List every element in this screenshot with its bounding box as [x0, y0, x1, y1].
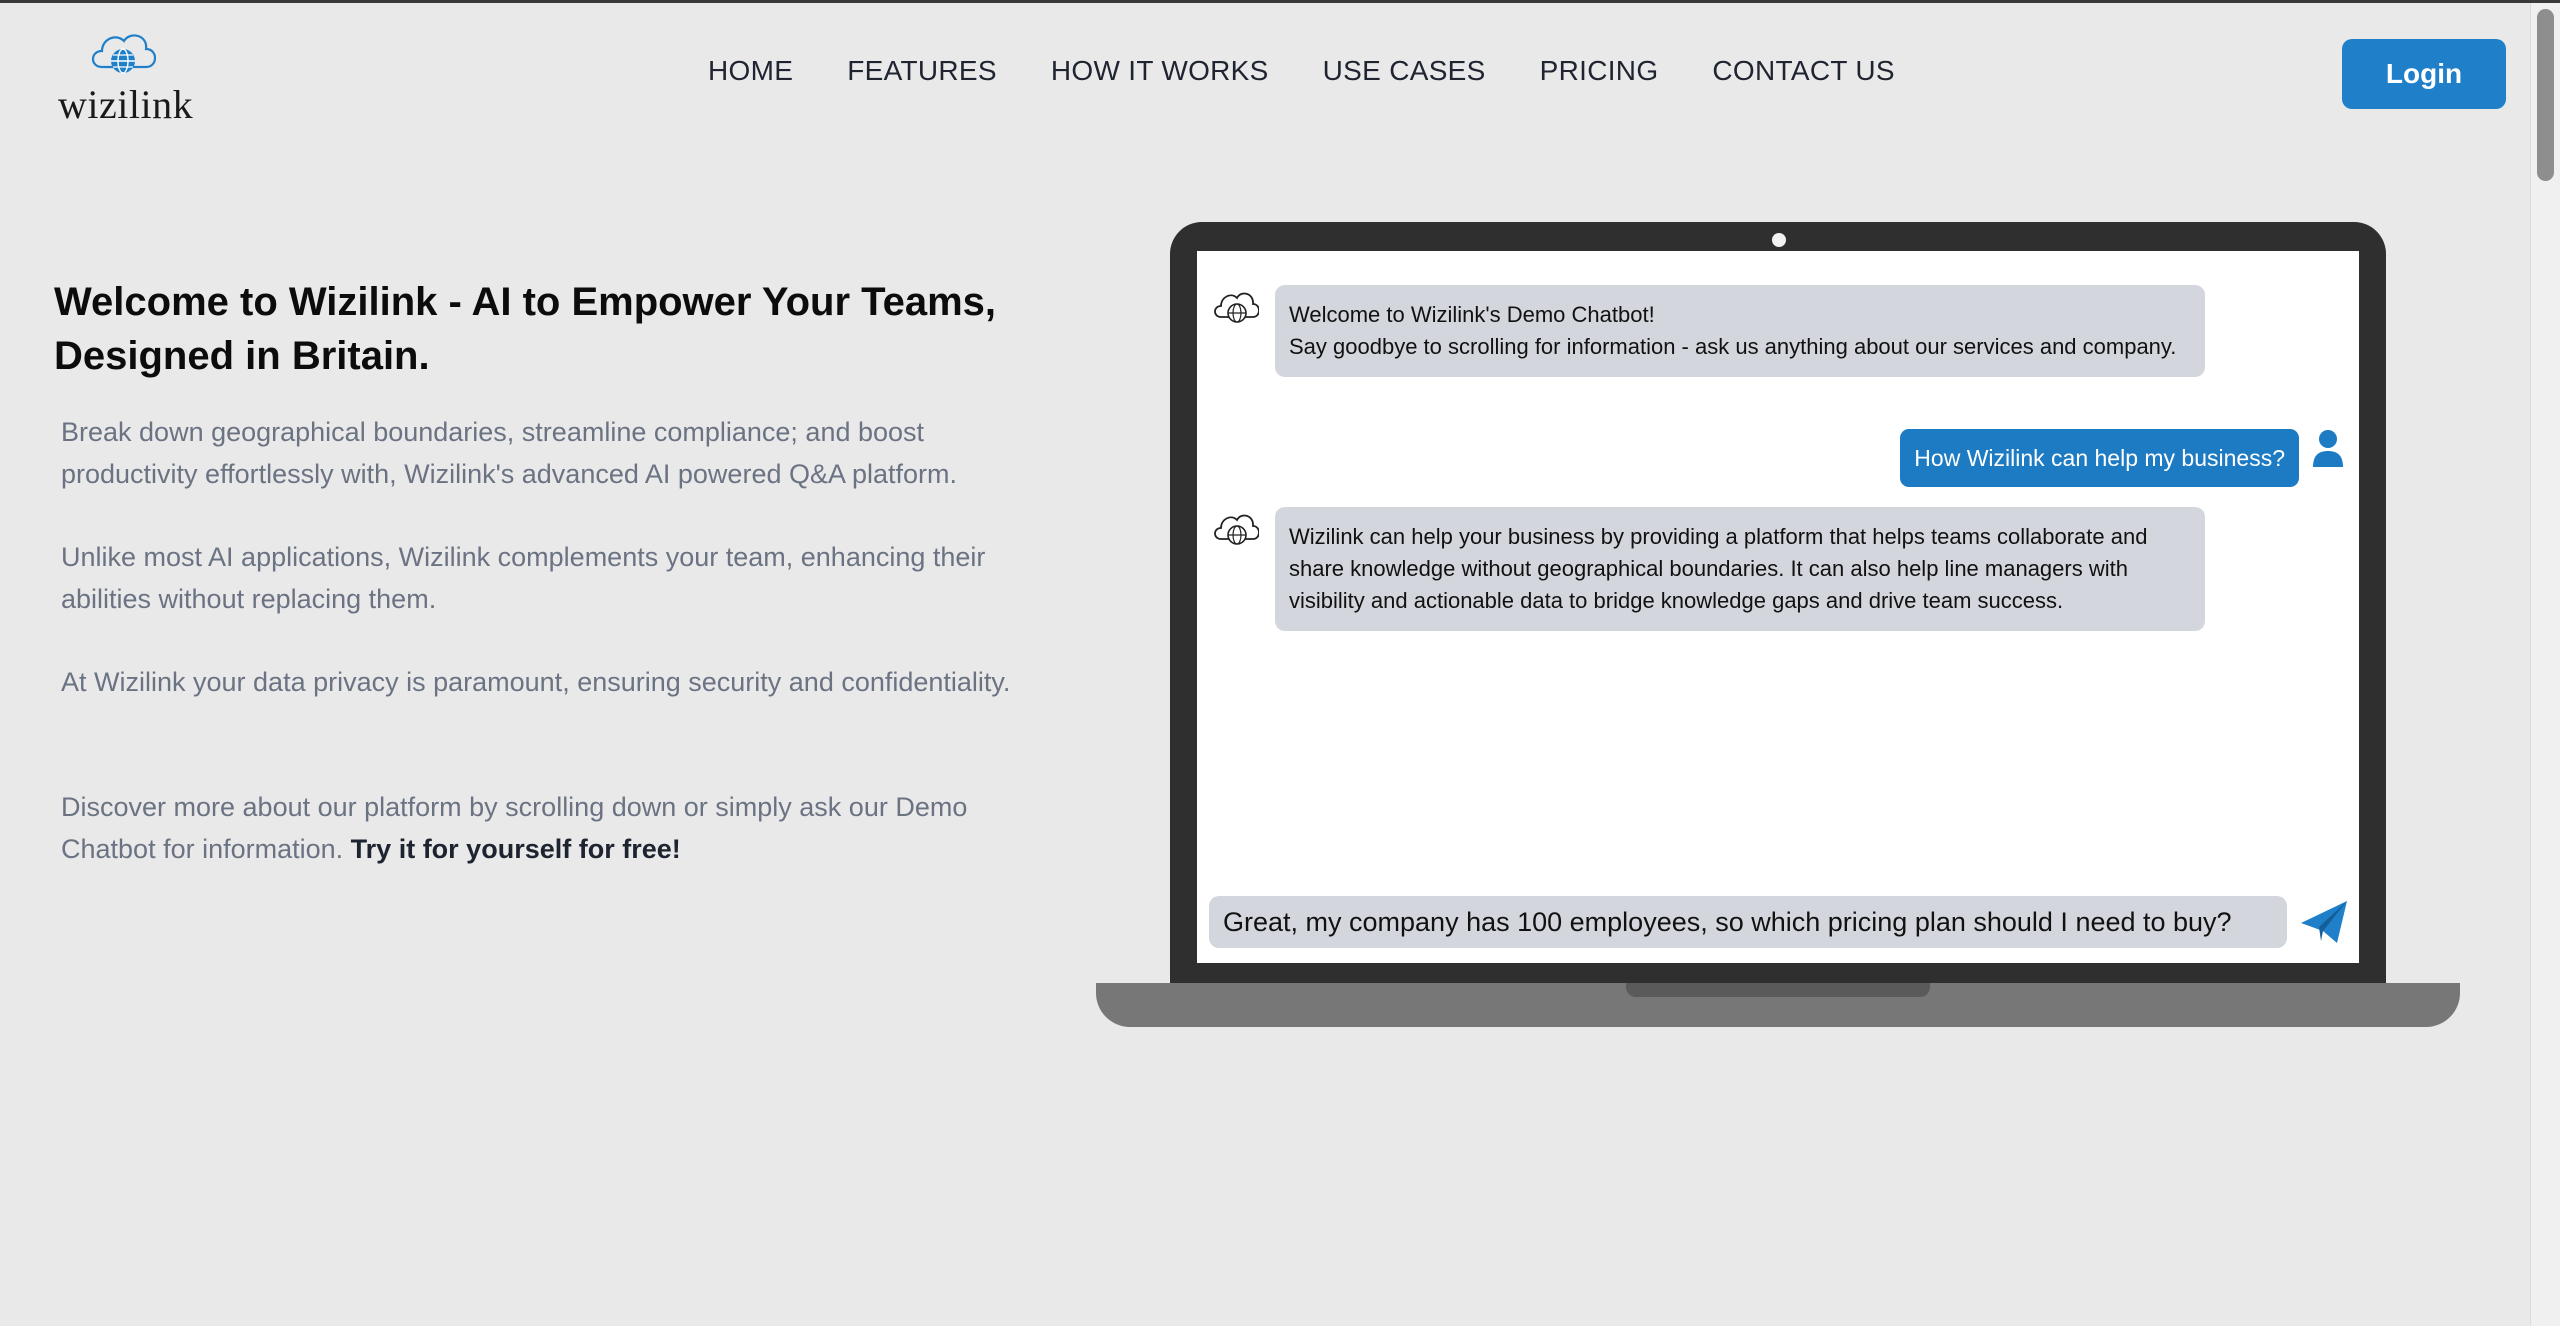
- user-message: How Wizilink can help my business?: [1900, 429, 2299, 487]
- nav-contact-us[interactable]: CONTACT US: [1712, 55, 1894, 87]
- send-plane-icon[interactable]: [2297, 897, 2351, 947]
- scrollbar-thumb[interactable]: [2537, 9, 2554, 181]
- bot-message-welcome: Welcome to Wizilink's Demo Chatbot! Say …: [1275, 285, 2205, 377]
- bot-message-line: Welcome to Wizilink's Demo Chatbot!: [1289, 302, 1655, 327]
- landing-page: wizilink HOME FEATURES HOW IT WORKS USE …: [0, 0, 2560, 1326]
- nav-pricing[interactable]: PRICING: [1540, 55, 1659, 87]
- hero-paragraph-1: Break down geographical boundaries, stre…: [61, 417, 958, 489]
- logo-wordmark: wizilink: [58, 82, 194, 127]
- bot-avatar-icon: [1214, 292, 1259, 323]
- bot-avatar-icon: [1214, 514, 1259, 545]
- nav-how-it-works[interactable]: HOW IT WORKS: [1051, 55, 1269, 87]
- demo-chatbot: Welcome to Wizilink's Demo Chatbot! Say …: [1197, 251, 2359, 963]
- chat-input[interactable]: [1209, 896, 2287, 948]
- laptop-notch: [1626, 983, 1930, 997]
- laptop-camera: [1772, 233, 1786, 247]
- hero-paragraph-2: Unlike most AI applications, Wizilink co…: [61, 542, 986, 614]
- bot-message-answer: Wizilink can help your business by provi…: [1275, 507, 2205, 631]
- login-button[interactable]: Login: [2342, 39, 2506, 109]
- nav-home[interactable]: HOME: [708, 55, 793, 87]
- wizilink-logo[interactable]: wizilink: [58, 27, 193, 127]
- bot-message-line: Say goodbye to scrolling for information…: [1289, 334, 2177, 359]
- hero-cta-paragraph: Discover more about our platform by scro…: [61, 786, 1041, 870]
- laptop-base: [1096, 983, 2460, 1027]
- user-icon: [2313, 430, 2343, 467]
- nav-use-cases[interactable]: USE CASES: [1323, 55, 1486, 87]
- nav-features[interactable]: FEATURES: [847, 55, 997, 87]
- cloud-globe-icon: [91, 34, 157, 74]
- page-scrollbar[interactable]: [2530, 3, 2560, 1326]
- laptop-screen-frame: Welcome to Wizilink's Demo Chatbot! Say …: [1170, 222, 2386, 984]
- hero-paragraph-3: At Wizilink your data privacy is paramou…: [61, 667, 1011, 697]
- main-nav: HOME FEATURES HOW IT WORKS USE CASES PRI…: [708, 55, 1949, 87]
- hero-cta-bold[interactable]: Try it for yourself for free!: [351, 834, 681, 864]
- hero-title: Welcome to Wizilink - AI to Empower Your…: [54, 280, 997, 378]
